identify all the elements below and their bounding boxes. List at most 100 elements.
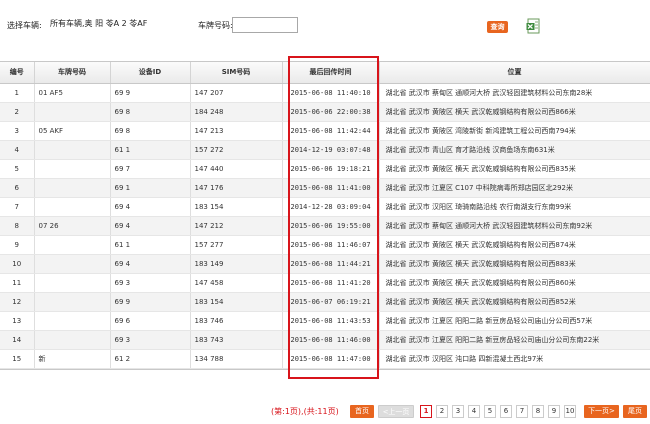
cell-sim: 183 154 (190, 197, 283, 217)
cell-no: 6 (0, 178, 35, 198)
cell-plate (34, 235, 111, 255)
prev-page-button[interactable]: <上一页 (378, 405, 414, 418)
table-row[interactable]: 13 69 6 183 746 2015-06-08 11:43:53 湖北省 武汉市 … (0, 311, 650, 331)
table-row[interactable]: 2 69 8 184 248 2015-06-06 22:00:38 湖北省 武汉市 黄… (0, 102, 650, 122)
table-header-row: 编号 车牌号码 设备ID SIM号码 最后回传时间 位置 (0, 62, 650, 84)
cell-no: 2 (0, 102, 35, 122)
page-number-button[interactable]: 6 (500, 405, 512, 418)
cell-location: 湖北省 武汉市 汉阳区 琦骑南路沿线 农行南湖支行东南99米 (379, 197, 650, 217)
cell-device: 69 4 (110, 254, 191, 274)
table-row[interactable]: 14 69 3 183 743 2015-06-08 11:46:00 湖北省 武汉市 … (0, 330, 650, 350)
cell-plate (34, 140, 111, 160)
cell-device: 69 8 (110, 121, 191, 141)
col-header-plate[interactable]: 车牌号码 (34, 62, 111, 84)
cell-time: 2015-06-08 11:46:07 (282, 235, 380, 255)
cell-device: 69 1 (110, 178, 191, 198)
cell-sim: 183 149 (190, 254, 283, 274)
cell-location: 湖北省 武汉市 黄陂区 横天 武汉乾威钢结构有限公司西835米 (379, 159, 650, 179)
cell-no: 1 (0, 83, 35, 103)
plate-input[interactable] (232, 17, 298, 33)
cell-plate (34, 292, 111, 312)
cell-time: 2015-06-08 11:41:00 (282, 178, 380, 198)
page-number-button[interactable]: 3 (452, 405, 464, 418)
col-header-device[interactable]: 设备ID (110, 62, 191, 84)
cell-no: 10 (0, 254, 35, 274)
cell-device: 69 7 (110, 159, 191, 179)
table-row[interactable]: 15 新 61 2 134 788 2015-06-08 11:47:00 湖北省 武汉市… (0, 349, 650, 369)
cell-time: 2015-06-08 11:44:21 (282, 254, 380, 274)
first-page-button[interactable]: 首页 (350, 405, 374, 418)
cell-time: 2015-06-08 11:40:10 (282, 83, 380, 103)
cell-sim: 157 277 (190, 235, 283, 255)
cell-location: 湖北省 武汉市 蔡甸区 通顺河大桥 武汉轻固建筑材料公司东南92米 (379, 216, 650, 236)
page-number-button[interactable]: 7 (516, 405, 528, 418)
page-number-button[interactable]: 2 (436, 405, 448, 418)
cell-time: 2014-12-19 03:07:48 (282, 140, 380, 160)
cell-location: 湖北省 武汉市 黄陂区 横天 武汉乾威钢结构有限公司西874米 (379, 235, 650, 255)
plate-label: 车牌号码: (198, 21, 233, 30)
cell-time: 2015-06-08 11:46:00 (282, 330, 380, 350)
cell-no: 14 (0, 330, 35, 350)
col-header-sim[interactable]: SIM号码 (190, 62, 283, 84)
cell-time: 2015-06-06 19:18:21 (282, 159, 380, 179)
page-number-button[interactable]: 10 (564, 405, 576, 418)
cell-plate (34, 330, 111, 350)
col-header-location[interactable]: 位置 (379, 62, 650, 84)
table-row[interactable]: 11 69 3 147 458 2015-06-08 11:41:20 湖北省 武汉市 … (0, 273, 650, 293)
page-number-button[interactable]: 1 (420, 405, 432, 418)
table-row[interactable]: 7 69 4 183 154 2014-12-28 03:09:04 湖北省 武汉市 汉… (0, 197, 650, 217)
page-number-button[interactable]: 4 (468, 405, 480, 418)
cell-time: 2015-06-08 11:41:20 (282, 273, 380, 293)
cell-device: 61 2 (110, 349, 191, 369)
query-button[interactable]: 查询 (487, 21, 508, 33)
cell-sim: 147 458 (190, 273, 283, 293)
cell-location: 湖北省 武汉市 青山区 育才路沿线 汉商鱼场东南631米 (379, 140, 650, 160)
cell-no: 3 (0, 121, 35, 141)
cell-no: 11 (0, 273, 35, 293)
cell-time: 2015-06-06 22:00:38 (282, 102, 380, 122)
cell-sim: 183 154 (190, 292, 283, 312)
page-number-button[interactable]: 9 (548, 405, 560, 418)
cell-plate (34, 254, 111, 274)
cell-device: 69 3 (110, 273, 191, 293)
cell-no: 5 (0, 159, 35, 179)
table-row[interactable]: 8 07 26 69 4 147 212 2015-06-06 19:55:00 湖北省 … (0, 216, 650, 236)
col-header-no[interactable]: 编号 (0, 62, 35, 84)
cell-location: 湖北省 武汉市 江夏区 阳阳二路 新豆房品轻公司庙山分公司西57米 (379, 311, 650, 331)
table-row[interactable]: 1 01 AF5 69 9 147 207 2015-06-08 11:40:10 湖北省… (0, 83, 650, 103)
cell-sim: 147 176 (190, 178, 283, 198)
last-page-button[interactable]: 尾页 (623, 405, 647, 418)
cell-plate: 05 AKF (34, 121, 111, 141)
cell-plate (34, 273, 111, 293)
table-row[interactable]: 4 61 1 157 272 2014-12-19 03:07:48 湖北省 武汉市 青… (0, 140, 650, 160)
cell-location: 湖北省 武汉市 江夏区 阳阳二路 新豆房品轻公司庙山分公司东南22米 (379, 330, 650, 350)
cell-no: 15 (0, 349, 35, 369)
cell-location: 湖北省 武汉市 黄陂区 横天 武汉乾威钢结构有限公司西883米 (379, 254, 650, 274)
table-row[interactable]: 5 69 7 147 440 2015-06-06 19:18:21 湖北省 武汉市 黄… (0, 159, 650, 179)
cell-time: 2015-06-06 19:55:00 (282, 216, 380, 236)
table-row[interactable]: 3 05 AKF 69 8 147 213 2015-06-08 11:42:44 湖北省… (0, 121, 650, 141)
cell-plate (34, 311, 111, 331)
page-number-button[interactable]: 8 (532, 405, 544, 418)
cell-device: 69 8 (110, 102, 191, 122)
cell-sim: 147 212 (190, 216, 283, 236)
col-header-time[interactable]: 最后回传时间 (282, 62, 380, 84)
table-row[interactable]: 9 61 1 157 277 2015-06-08 11:46:07 湖北省 武汉市 黄… (0, 235, 650, 255)
cell-device: 69 6 (110, 311, 191, 331)
table-row[interactable]: 12 69 9 183 154 2015-06-07 06:19:21 湖北省 武汉市 … (0, 292, 650, 312)
excel-export-icon[interactable] (526, 18, 540, 34)
cell-plate: 新 (34, 349, 111, 369)
next-page-button[interactable]: 下一页> (584, 405, 619, 418)
cell-no: 12 (0, 292, 35, 312)
cell-no: 7 (0, 197, 35, 217)
page-info: (第:1页),(共:11页) (271, 407, 339, 416)
pagination: (第:1页),(共:11页) 首页 <上一页 1 2 3 4 5 6 7 8 9 10 下一页> … (0, 405, 650, 419)
cell-sim: 184 248 (190, 102, 283, 122)
vehicle-select[interactable]: 所有车辆,奥 阳 苓A 2 苓AF (48, 17, 178, 33)
page-number-button[interactable]: 5 (484, 405, 496, 418)
table-row[interactable]: 6 69 1 147 176 2015-06-08 11:41:00 湖北省 武汉市 江… (0, 178, 650, 198)
table-row[interactable]: 10 69 4 183 149 2015-06-08 11:44:21 湖北省 武汉市 … (0, 254, 650, 274)
cell-time: 2015-06-07 06:19:21 (282, 292, 380, 312)
cell-plate (34, 197, 111, 217)
filter-bar: 选择车辆: 所有车辆,奥 阳 苓A 2 苓AF 车牌号码: 查询 (0, 0, 650, 50)
